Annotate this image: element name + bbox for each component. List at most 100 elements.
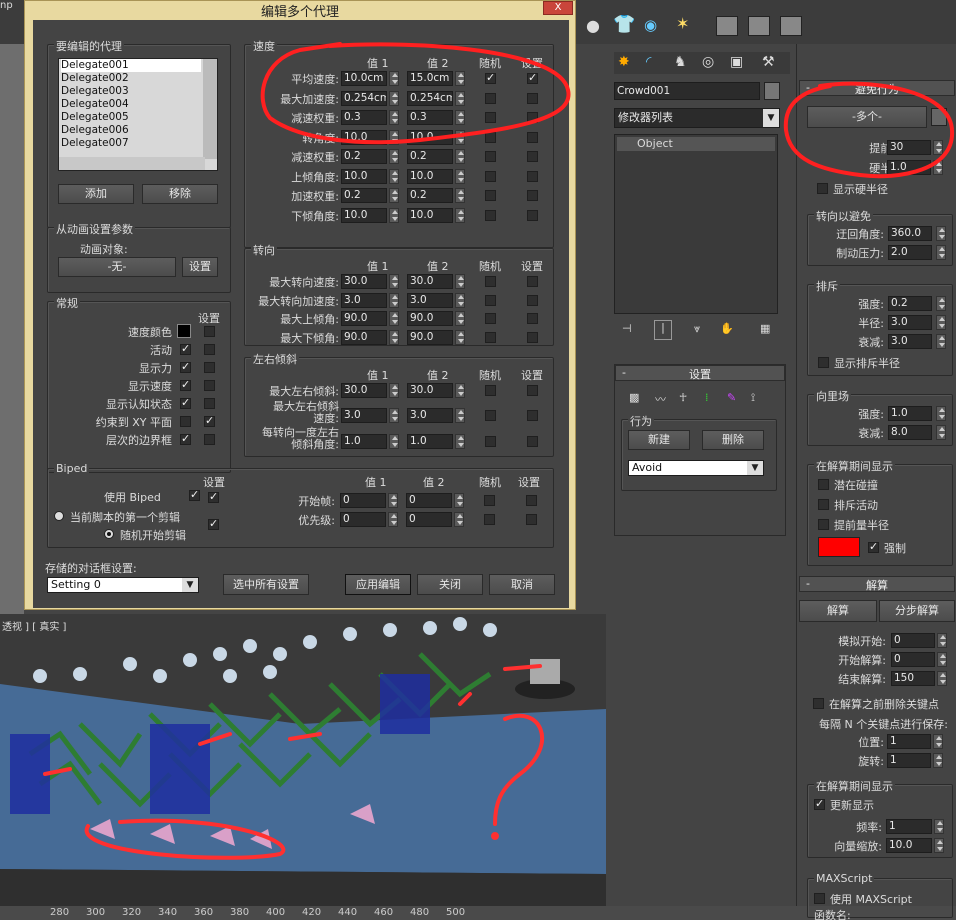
solve-button[interactable]: 解算 [799,600,877,622]
set-checkbox[interactable] [527,190,538,201]
object-color-swatch[interactable] [764,82,780,100]
value2-spinner[interactable] [455,90,465,106]
rot-field[interactable]: 1 [887,753,931,768]
end-solve-spinner[interactable] [937,671,947,686]
value2-spinner[interactable] [455,188,465,203]
value2-field[interactable]: 10.0 [407,207,453,223]
configure-icon[interactable]: ▦ [760,322,770,335]
vector-field-icon[interactable]: ⁞ [705,391,709,404]
pin-icon[interactable]: ⊣ [622,322,632,335]
value2-spinner[interactable] [455,129,465,145]
value2-field[interactable]: 15.0cm [407,71,453,86]
repel-active-checkbox[interactable] [818,499,829,510]
show-repel-checkbox[interactable] [818,357,829,368]
value2-spinner[interactable] [455,207,465,223]
scatter-icon[interactable]: ▩ [629,391,639,404]
random-checkbox[interactable] [485,190,496,201]
settings-rollout-header[interactable]: - 设置 [615,365,785,381]
value1-spinner[interactable] [389,383,399,398]
value1-spinner[interactable] [389,129,399,145]
lead-field[interactable]: 30 [887,140,931,155]
value2-spinner[interactable] [455,408,465,423]
delegates-list[interactable]: Delegate001 Delegate002 Delegate003 Delegat… [58,58,218,171]
set-checkbox[interactable] [527,92,538,104]
general-row-set-checkbox[interactable] [204,398,215,409]
random-checkbox[interactable] [485,331,496,343]
biped-value2-field[interactable]: 0 [406,493,452,508]
biped-set-checkbox[interactable] [526,495,537,506]
show-hard-checkbox[interactable] [817,183,828,194]
step-solve-button[interactable]: 分步解算 [879,600,955,622]
random-checkbox[interactable] [485,170,496,182]
value1-field[interactable]: 3.0 [341,292,387,308]
play-forward-icon[interactable] [780,16,802,36]
modifier-stack[interactable]: Object [614,134,778,314]
value2-field[interactable]: 0.2 [407,188,453,203]
value1-spinner[interactable] [389,71,399,86]
set-checkbox[interactable] [527,71,538,84]
new-behavior-button[interactable]: 新建 [628,430,690,450]
update-display-checkbox[interactable] [814,797,825,810]
general-row-set-checkbox[interactable] [204,362,215,373]
set-checkbox[interactable] [527,385,538,396]
first-clip-radio[interactable] [54,511,64,521]
random-clip-radio[interactable] [104,529,114,539]
biped-set-checkbox[interactable] [526,514,537,525]
modify-tab-icon[interactable]: ◜ [646,54,651,70]
rot-spinner[interactable] [933,753,943,768]
value1-spinner[interactable] [389,149,399,164]
biped-value1-spinner[interactable] [388,493,398,508]
close-button[interactable]: 关闭 [417,574,483,595]
delete-behavior-button[interactable]: 删除 [702,430,764,450]
random-checkbox[interactable] [485,209,496,221]
speed-color-swatch[interactable] [177,324,191,338]
value2-field[interactable]: 0.254cm [407,90,453,106]
value1-field[interactable]: 30.0 [341,274,387,289]
set-checkbox[interactable] [527,276,538,287]
value1-spinner[interactable] [389,311,399,326]
biped-value1-field[interactable]: 0 [340,493,386,508]
pos-spinner[interactable] [933,734,943,749]
modifier-list-select[interactable]: 修改器列表 ▼ [614,108,780,128]
biped-value1-spinner[interactable] [388,512,398,527]
hierarchy-tab-icon[interactable]: ♞ [674,54,687,70]
list-scrollbar[interactable] [203,59,217,159]
list-icon[interactable] [931,108,947,126]
detour-field[interactable]: 360.0 [888,226,932,241]
hard-radius-field[interactable]: 1.0 [887,160,931,175]
value2-field[interactable]: 90.0 [407,329,453,345]
front-viewport[interactable] [0,44,24,614]
random-checkbox[interactable] [485,385,496,396]
random-checkbox[interactable] [485,313,496,324]
value2-spinner[interactable] [455,110,465,125]
show-result-icon[interactable]: | [654,320,672,340]
random-checkbox[interactable] [485,410,496,421]
vec-scale-field[interactable]: 10.0 [886,838,932,853]
sphere-icon[interactable]: ● [586,16,600,35]
value1-field[interactable]: 3.0 [341,408,387,423]
biped-value2-spinner[interactable] [454,512,464,527]
value2-spinner[interactable] [455,71,465,86]
value2-field[interactable]: 1.0 [407,434,453,449]
random-checkbox[interactable] [485,436,496,447]
set-checkbox[interactable] [527,294,538,306]
general-row-set-checkbox[interactable] [204,344,215,355]
brake-spinner[interactable] [936,245,946,260]
repel-radius-spinner[interactable] [936,315,946,330]
random-checkbox[interactable] [485,151,496,162]
perspective-viewport[interactable]: 透视 ] [ 真实 ] [0,614,606,906]
shirt-icon[interactable]: 👕 [613,14,635,35]
list-item[interactable]: Delegate006 [61,124,201,137]
potential-collision-checkbox[interactable] [818,479,829,490]
remove-modifier-icon[interactable]: ✋ [720,322,734,335]
value2-field[interactable]: 30.0 [407,383,453,398]
value2-field[interactable]: 0.2 [407,149,453,164]
set-checkbox[interactable] [527,170,538,182]
general-row-checkbox[interactable] [180,360,191,373]
value1-spinner[interactable] [389,207,399,223]
delete-keys-checkbox[interactable] [813,698,824,709]
create-tab-icon[interactable]: ✸ [618,54,630,70]
list-item[interactable]: Delegate007 [61,137,201,150]
random-checkbox[interactable] [485,294,496,306]
list-item[interactable]: Delegate003 [61,85,201,98]
